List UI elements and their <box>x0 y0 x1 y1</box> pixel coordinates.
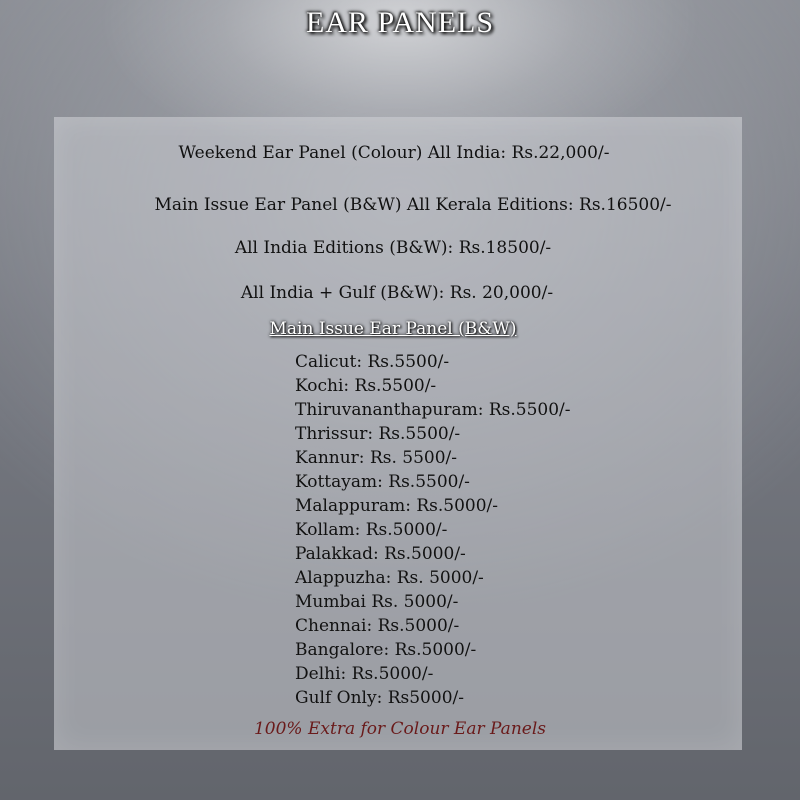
rate-all-india-editions: All India Editions (B&W): Rs.18500/- <box>234 238 552 258</box>
rate-all-india-gulf: All India + Gulf (B&W): Rs. 20,000/- <box>240 283 554 303</box>
city-rate-item: Gulf Only: Rs5000/- <box>295 688 464 708</box>
rate-main-issue-all-kerala: Main Issue Ear Panel (B&W) All Kerala Ed… <box>154 195 672 215</box>
city-rate-item: Delhi: Rs.5000/- <box>295 664 434 684</box>
city-rate-item: Mumbai Rs. 5000/- <box>295 592 459 612</box>
page-title: EAR PANELS <box>305 6 495 39</box>
city-rate-item: Alappuzha: Rs. 5000/- <box>295 568 484 588</box>
city-rate-item: Malappuram: Rs.5000/- <box>295 496 499 516</box>
city-rate-item: Kottayam: Rs.5500/- <box>295 472 470 492</box>
city-rate-item: Palakkad: Rs.5000/- <box>295 544 466 564</box>
city-rate-item: Kollam: Rs.5000/- <box>295 520 448 540</box>
city-rate-item: Thiruvananthapuram: Rs.5500/- <box>295 400 571 420</box>
colour-extra-note: 100% Extra for Colour Ear Panels <box>253 719 546 739</box>
main-issue-subheading: Main Issue Ear Panel (B&W) <box>269 319 517 339</box>
city-rate-item: Kannur: Rs. 5500/- <box>295 448 458 468</box>
city-rate-item: Kochi: Rs.5500/- <box>295 376 437 396</box>
city-rate-item: Bangalore: Rs.5000/- <box>295 640 477 660</box>
city-rate-item: Chennai: Rs.5000/- <box>295 616 460 636</box>
city-rate-item: Calicut: Rs.5500/- <box>295 352 450 372</box>
city-rate-item: Thrissur: Rs.5500/- <box>295 424 461 444</box>
rate-weekend-colour-all-india: Weekend Ear Panel (Colour) All India: Rs… <box>178 143 610 163</box>
city-rate-list: Calicut: Rs.5500/- Kochi: Rs.5500/- Thir… <box>295 350 571 710</box>
